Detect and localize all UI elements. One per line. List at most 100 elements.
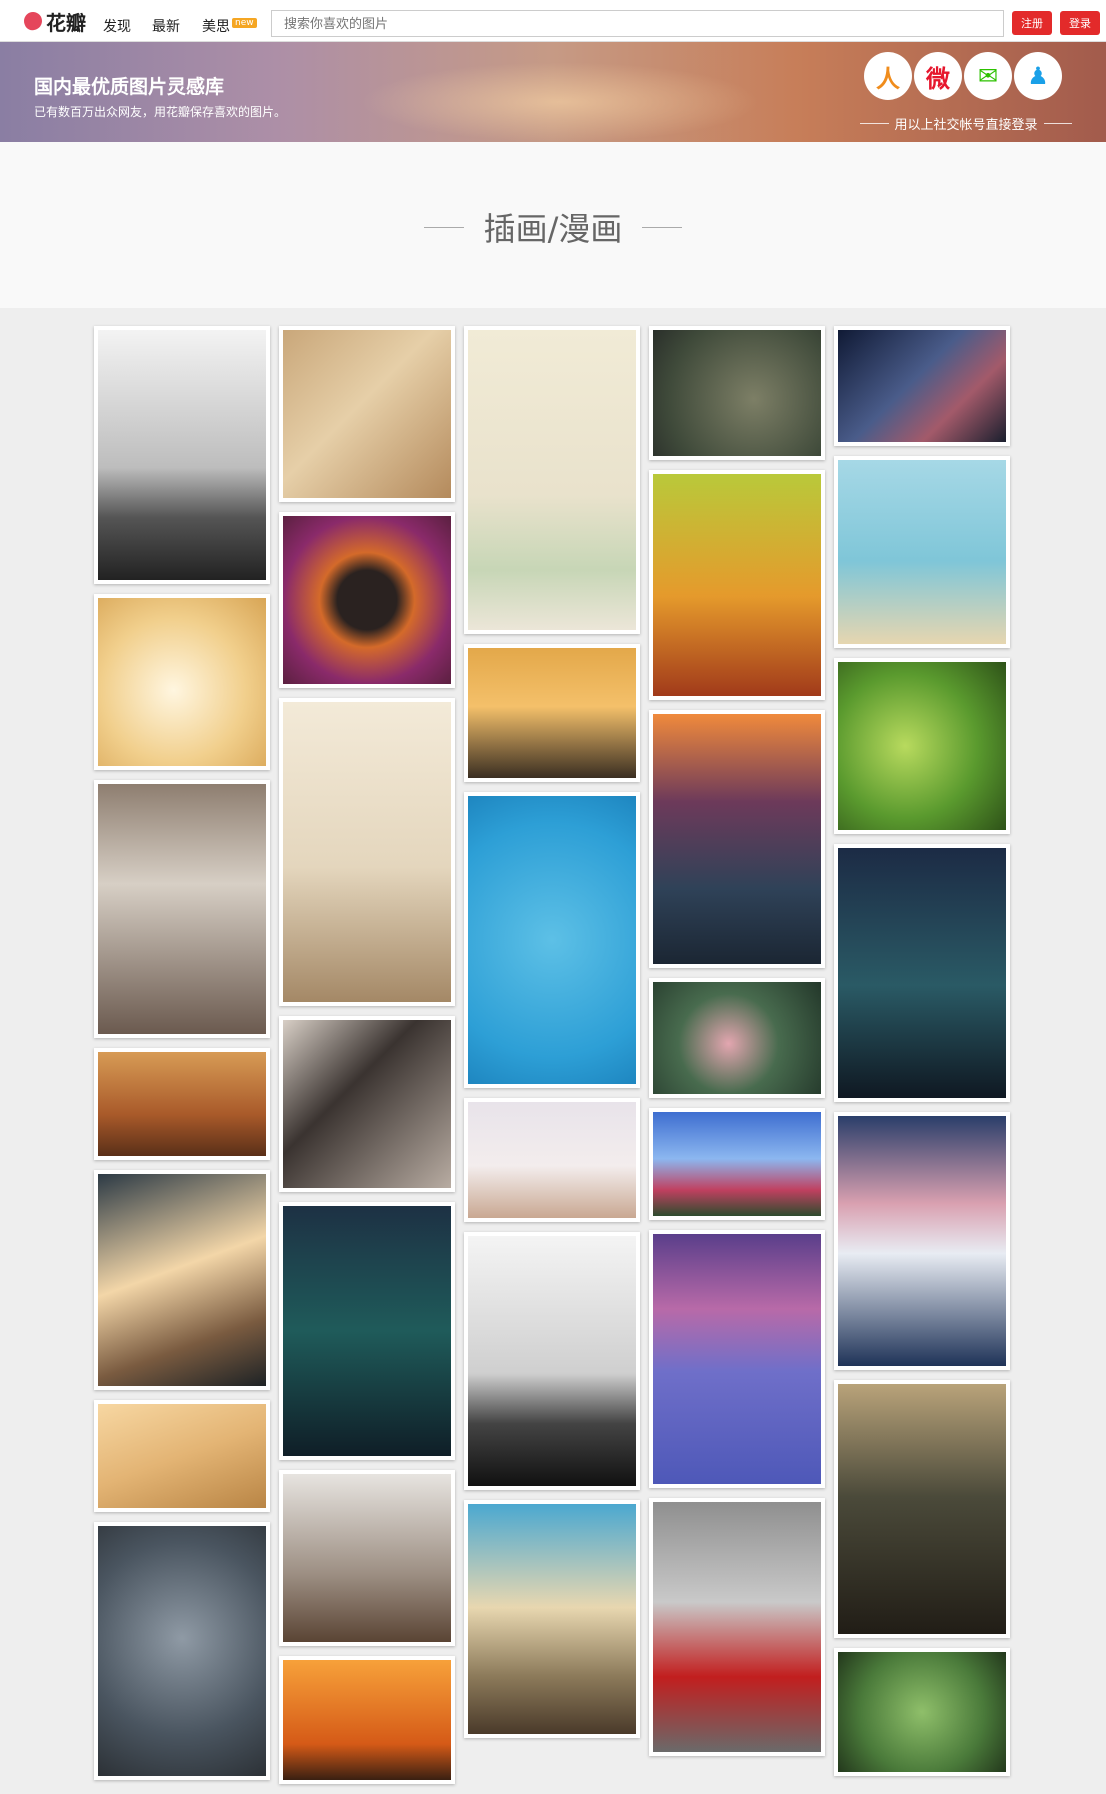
pin-card[interactable] (649, 470, 825, 700)
pin-image (468, 796, 636, 1084)
pin-card[interactable] (279, 326, 455, 502)
pin-card[interactable] (834, 1380, 1010, 1638)
pin-image (98, 1052, 266, 1156)
login-button[interactable]: 登录 (1060, 11, 1100, 35)
pin-image (468, 648, 636, 778)
pin-image (98, 1526, 266, 1776)
pin-image (838, 1384, 1006, 1634)
weibo-icon: 微 (926, 64, 950, 93)
pin-card[interactable] (834, 1112, 1010, 1370)
pin-card[interactable] (94, 1170, 270, 1390)
wechat-icon: ✉ (977, 62, 999, 90)
pin-image (283, 1660, 451, 1780)
pin-card[interactable] (279, 1016, 455, 1192)
nav-meisi[interactable]: 美思 (202, 16, 230, 36)
petal-logo-icon (21, 9, 45, 33)
pin-column (464, 326, 640, 1748)
pin-image (653, 1502, 821, 1752)
pin-image (653, 1234, 821, 1484)
weibo-login-button[interactable]: 微 (914, 52, 962, 100)
logo[interactable]: 花瓣 (21, 9, 86, 35)
pin-card[interactable] (94, 594, 270, 770)
divider-line (642, 226, 683, 228)
new-badge: new (232, 18, 257, 28)
pin-image (653, 714, 821, 964)
pin-image (283, 516, 451, 684)
pin-card[interactable] (94, 1400, 270, 1512)
pin-card[interactable] (279, 1656, 455, 1784)
pin-card[interactable] (279, 1470, 455, 1646)
pin-card[interactable] (94, 326, 270, 584)
category-title: 插画/漫画 (483, 210, 623, 248)
banner-title: 国内最优质图片灵感库 (34, 76, 225, 98)
divider-line (1043, 123, 1073, 124)
pin-image (838, 460, 1006, 644)
category-header: 插画/漫画 (0, 142, 1106, 308)
hero-banner: 国内最优质图片灵感库 已有数百万出众网友，用花瓣保存喜欢的图片。 人 微 ✉ ♟… (0, 42, 1106, 142)
pin-image (468, 1236, 636, 1486)
pin-card[interactable] (94, 1048, 270, 1160)
category-title-row: 插画/漫画 (0, 204, 1106, 250)
pin-card[interactable] (94, 780, 270, 1038)
pin-image (283, 702, 451, 1002)
pin-card[interactable] (464, 1232, 640, 1490)
pin-card[interactable] (649, 326, 825, 460)
pin-card[interactable] (649, 710, 825, 968)
pin-image (653, 982, 821, 1094)
register-button[interactable]: 注册 (1012, 11, 1052, 35)
pin-image (98, 330, 266, 580)
renren-login-button[interactable]: 人 (864, 52, 912, 100)
renren-icon: 人 (876, 64, 900, 93)
pin-image (468, 1102, 636, 1218)
pin-card[interactable] (464, 792, 640, 1088)
pin-image (838, 330, 1006, 442)
pin-image (283, 1020, 451, 1188)
pin-card[interactable] (834, 658, 1010, 834)
top-bar: 花瓣 发现 最新 美思 new 注册 登录 (0, 0, 1106, 42)
pin-column (649, 326, 825, 1766)
pin-card[interactable] (649, 1230, 825, 1488)
pin-card[interactable] (464, 644, 640, 782)
pin-card[interactable] (649, 1498, 825, 1756)
pin-column (834, 326, 1010, 1786)
qq-icon: ♟ (1027, 62, 1049, 90)
banner-background (360, 62, 760, 142)
pin-image (468, 1504, 636, 1734)
pin-card[interactable] (464, 1500, 640, 1738)
pin-image (98, 598, 266, 766)
pin-card[interactable] (279, 512, 455, 688)
social-login-hint: 用以上社交帐号直接登录 (860, 114, 1073, 133)
pin-card[interactable] (834, 844, 1010, 1102)
pin-image (283, 1206, 451, 1456)
pin-card[interactable] (94, 1522, 270, 1780)
pin-image (653, 330, 821, 456)
pin-card[interactable] (279, 698, 455, 1006)
pin-image (838, 1116, 1006, 1366)
divider-line (423, 226, 464, 228)
pin-card[interactable] (279, 1202, 455, 1460)
pin-card[interactable] (834, 456, 1010, 648)
pin-image (838, 1652, 1006, 1772)
search-input[interactable] (271, 10, 1004, 37)
nav-latest[interactable]: 最新 (152, 16, 180, 36)
pin-image (98, 1174, 266, 1386)
pin-image (653, 474, 821, 696)
pin-image (838, 662, 1006, 830)
pin-card[interactable] (649, 1108, 825, 1220)
pin-image (283, 1474, 451, 1642)
social-hint-text: 用以上社交帐号直接登录 (894, 118, 1038, 133)
nav-discover[interactable]: 发现 (103, 16, 131, 36)
pin-column (94, 326, 270, 1790)
pin-image (838, 848, 1006, 1098)
qq-login-button[interactable]: ♟ (1014, 52, 1062, 100)
pin-card[interactable] (834, 1648, 1010, 1776)
banner-subtitle: 已有数百万出众网友，用花瓣保存喜欢的图片。 (34, 105, 287, 119)
pin-card[interactable] (464, 326, 640, 634)
wechat-login-button[interactable]: ✉ (964, 52, 1012, 100)
pin-image (468, 330, 636, 630)
pin-image (98, 1404, 266, 1508)
pin-card[interactable] (649, 978, 825, 1098)
divider-line (860, 123, 889, 124)
pin-card[interactable] (464, 1098, 640, 1222)
pin-card[interactable] (834, 326, 1010, 446)
